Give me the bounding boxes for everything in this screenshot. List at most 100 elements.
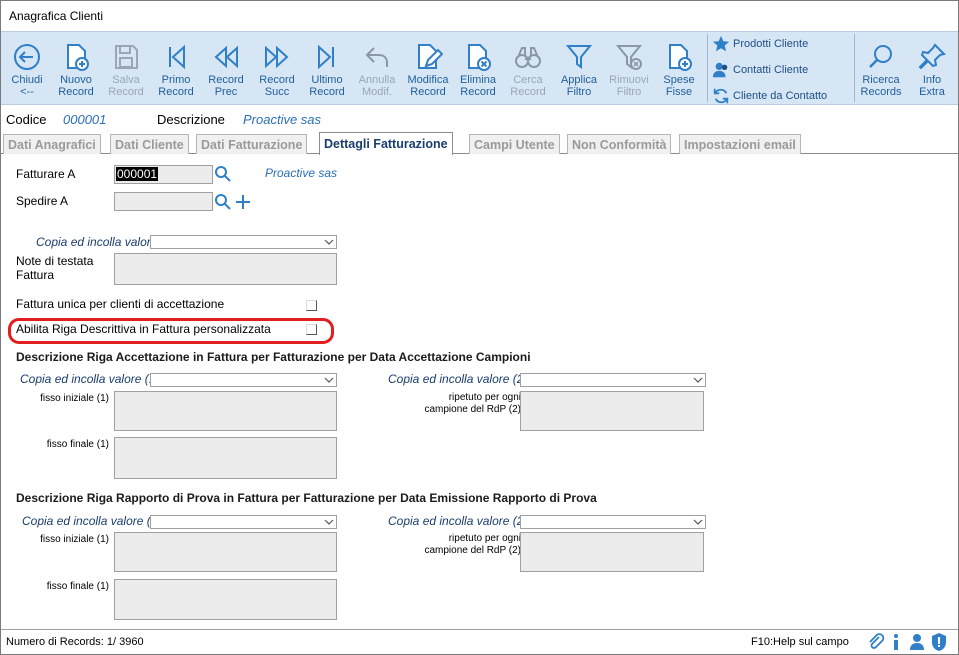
help-hint: F10:Help sul campo — [751, 636, 849, 648]
copia2-label: Copia ed incolla valore (2) — [388, 514, 528, 528]
section-rapporto-prova-title: Descrizione Riga Rapporto di Prova in Fa… — [16, 491, 597, 505]
copia-incolla-label: Copia ed incolla valore — [36, 235, 158, 249]
fattura-unica-checkbox[interactable] — [306, 300, 317, 311]
paperclip-icon[interactable] — [867, 633, 885, 651]
tab-dettagli-fatturazione[interactable]: Dettagli Fatturazione — [319, 132, 453, 155]
ripetuto-label-line2: campione del RdP (2) — [424, 404, 521, 415]
fatturare-a-field[interactable]: 000001 — [114, 165, 213, 184]
ripetuto-label: ripetuto per ogni — [448, 533, 521, 544]
fisso-iniziale-field[interactable] — [114, 391, 337, 431]
spedire-a-label: Spedire A — [16, 194, 69, 208]
fixed-costs-button[interactable]: Spese Fisse — [656, 32, 702, 104]
copia1-select[interactable] — [150, 515, 337, 529]
first-record-button[interactable]: Primo Record — [153, 32, 199, 104]
copia2-label: Copia ed incolla valore (2) — [388, 372, 528, 386]
fisso-iniziale-label: fisso iniziale (1) — [40, 393, 109, 404]
fattura-unica-label: Fattura unica per clienti di accettazion… — [16, 297, 225, 311]
save-record-button[interactable]: Salva Record — [103, 32, 149, 104]
chevron-down-icon — [321, 236, 336, 248]
spedire-a-field[interactable] — [114, 192, 213, 211]
fisso-iniziale-field[interactable] — [114, 532, 337, 572]
toolbar-separator — [707, 34, 708, 102]
copia2-select[interactable] — [520, 373, 706, 387]
previous-record-icon — [214, 45, 238, 69]
app-window: Anagrafica Clienti Chiudi <-- Nuovo Record… — [0, 0, 959, 655]
find-record-button[interactable]: Cerca Record — [505, 32, 551, 104]
refresh-icon — [713, 88, 729, 104]
contacts-icon — [712, 62, 728, 78]
descrizione-value: Proactive sas — [243, 112, 322, 127]
record-header: Codice 000001 Descrizione Proactive sas — [1, 107, 958, 131]
chevron-down-icon — [321, 516, 336, 528]
remove-filter-button[interactable]: Rimuovi Filtro — [606, 32, 652, 104]
edit-record-button[interactable]: Modifica Record — [404, 32, 452, 104]
edit-document-icon — [418, 44, 443, 69]
codice-value: 000001 — [63, 112, 107, 127]
search-records-button[interactable]: Ricerca Records — [858, 32, 904, 104]
fisso-finale-label: fisso finale (1) — [46, 581, 109, 592]
plus-icon[interactable] — [234, 193, 252, 211]
chevron-down-icon — [690, 516, 705, 528]
shield-icon[interactable] — [930, 632, 948, 652]
fisso-iniziale-label: fisso iniziale (1) — [40, 534, 109, 545]
fatturare-a-value: 000001 — [116, 167, 159, 181]
binoculars-icon — [515, 47, 541, 68]
copia-incolla-select[interactable] — [150, 235, 337, 249]
ripetuto-field[interactable] — [520, 532, 704, 572]
tab-strip: Dati Anagrafici Dati Cliente Dati Fattur… — [1, 132, 958, 155]
back-circle-icon — [14, 44, 40, 70]
note-testata-label-line2: Fattura — [16, 268, 55, 282]
records-count: Numero di Records: 1/ 3960 — [6, 636, 144, 648]
tab-dati-cliente[interactable]: Dati Cliente — [110, 134, 189, 154]
note-testata-label: Note di testata — [16, 254, 94, 268]
copia1-select[interactable] — [150, 373, 337, 387]
copia2-select[interactable] — [520, 515, 706, 529]
last-record-button[interactable]: Ultimo Record — [304, 32, 350, 104]
info-extra-button[interactable]: Info Extra — [909, 32, 955, 104]
last-record-icon — [318, 44, 334, 70]
star-icon — [712, 35, 730, 52]
search-icon[interactable] — [214, 193, 232, 211]
section-accettazione-title: Descrizione Riga Accettazione in Fattura… — [16, 350, 531, 364]
fisso-finale-field[interactable] — [114, 437, 337, 479]
apply-filter-button[interactable]: Applica Filtro — [556, 32, 602, 104]
toolbar: Chiudi <-- Nuovo Record Salva Record Primo R… — [1, 31, 958, 105]
undo-icon — [365, 47, 388, 67]
fisso-finale-field[interactable] — [114, 579, 337, 620]
close-button[interactable]: Chiudi <-- — [5, 32, 49, 104]
info-icon[interactable] — [889, 633, 903, 651]
fixed-costs-icon — [669, 44, 692, 71]
new-document-icon — [67, 44, 89, 71]
remove-filter-icon — [615, 45, 643, 70]
descrizione-label: Descrizione — [157, 112, 225, 127]
contatti-cliente-link[interactable]: Contatti Cliente — [712, 59, 808, 81]
previous-record-button[interactable]: Record Prec — [203, 32, 249, 104]
next-record-button[interactable]: Record Succ — [254, 32, 300, 104]
tab-impostazioni-email[interactable]: Impostazioni email — [679, 134, 801, 154]
fatturare-a-name: Proactive sas — [265, 166, 338, 180]
ripetuto-field[interactable] — [520, 391, 704, 431]
ripetuto-label: ripetuto per ogni — [448, 392, 521, 403]
pin-icon — [918, 43, 946, 70]
copia1-label: Copia ed incolla valore (1) — [20, 372, 160, 386]
undo-changes-button[interactable]: Annulla Modif. — [354, 32, 400, 104]
new-record-button[interactable]: Nuovo Record — [53, 32, 99, 104]
filter-icon — [565, 45, 593, 69]
search-icon — [869, 45, 892, 68]
chevron-down-icon — [321, 374, 336, 386]
tab-campi-utente[interactable]: Campi Utente — [469, 134, 560, 154]
search-icon[interactable] — [214, 165, 232, 183]
tab-non-conformita[interactable]: Non Conformità — [567, 134, 672, 154]
cliente-da-contatto-link[interactable]: Cliente da Contatto — [712, 85, 827, 107]
title-bar: Anagrafica Clienti — [1, 1, 958, 31]
fatturare-a-label: Fatturare A — [16, 167, 76, 181]
delete-document-icon — [468, 44, 491, 71]
related-links-group: Prodotti Cliente Contatti Cliente Client… — [712, 32, 853, 104]
delete-record-button[interactable]: Elimina Record — [455, 32, 501, 104]
user-icon[interactable] — [908, 633, 926, 651]
prodotti-cliente-link[interactable]: Prodotti Cliente — [712, 33, 808, 55]
tab-dati-fatturazione[interactable]: Dati Fatturazione — [196, 134, 308, 154]
tab-dati-anagrafici[interactable]: Dati Anagrafici — [3, 134, 101, 154]
next-record-icon — [265, 45, 289, 69]
note-testata-field[interactable] — [114, 253, 337, 285]
